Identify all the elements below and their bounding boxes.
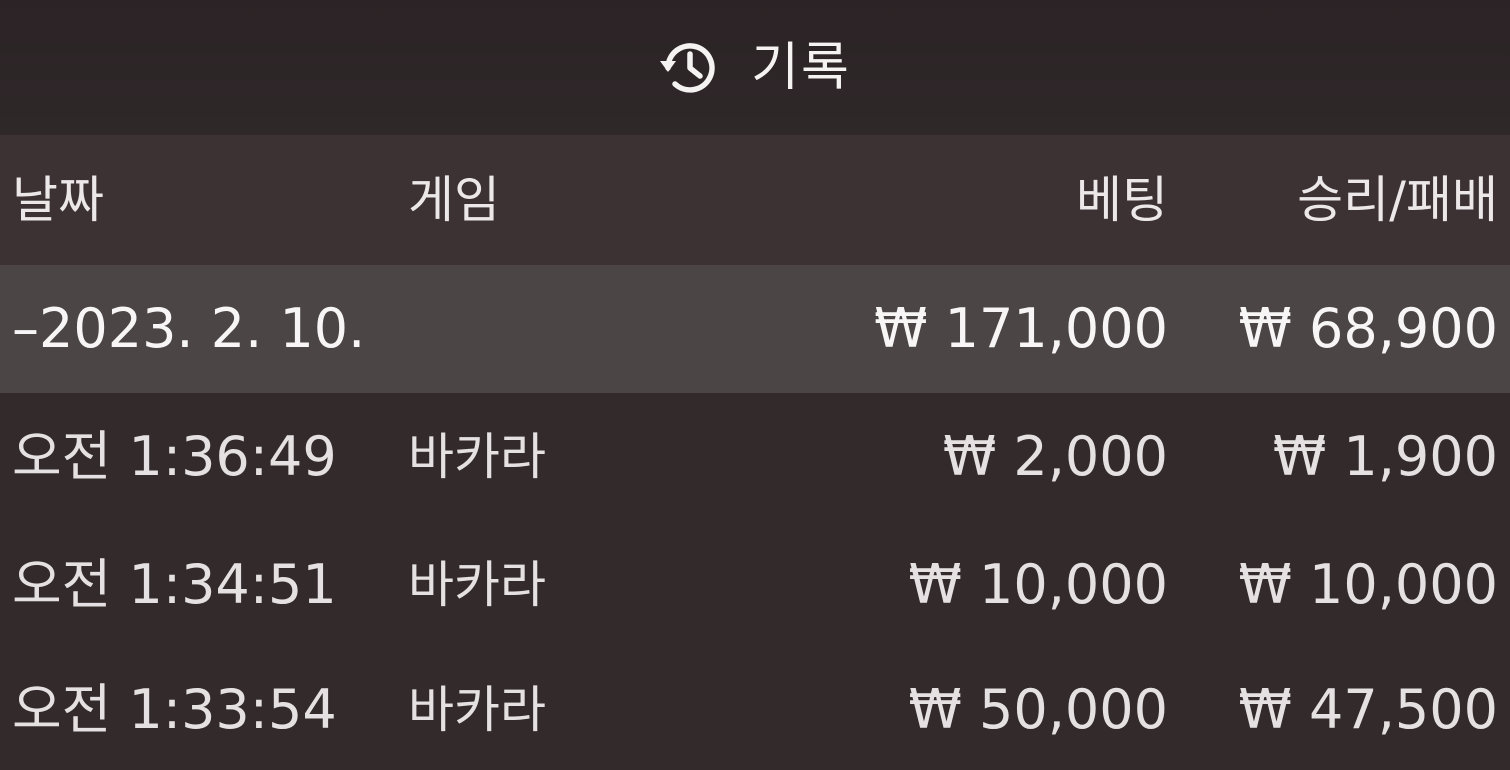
- row-game: 바카라: [408, 428, 546, 486]
- table-row[interactable]: 오전 1:34:51 바카라 ₩ 10,000 ₩ 10,000: [0, 521, 1510, 649]
- page-title: 기록: [751, 37, 851, 98]
- table-header: 날짜 게임 베팅 승리/패배: [0, 135, 1510, 265]
- summary-date: –2023. 2. 10.: [12, 297, 366, 360]
- row-result: ₩ 47,500: [1238, 677, 1498, 741]
- column-header-bet[interactable]: 베팅: [1076, 135, 1168, 265]
- history-header: 기록: [0, 0, 1510, 135]
- summary-bet-total: ₩ 171,000: [874, 297, 1168, 360]
- row-time: 오전 1:36:49: [12, 425, 337, 488]
- row-time: 오전 1:33:54: [12, 677, 337, 741]
- row-bet: ₩ 50,000: [908, 677, 1168, 741]
- row-game: 바카라: [408, 556, 546, 614]
- date-group-summary[interactable]: –2023. 2. 10. ₩ 171,000 ₩ 68,900: [0, 265, 1510, 393]
- row-result: ₩ 10,000: [1238, 553, 1498, 616]
- column-header-game[interactable]: 게임: [408, 135, 500, 265]
- summary-result-total: ₩ 68,900: [1238, 297, 1498, 360]
- table-row[interactable]: 오전 1:33:54 바카라 ₩ 50,000 ₩ 47,500: [0, 649, 1510, 770]
- table-row[interactable]: 오전 1:36:49 바카라 ₩ 2,000 ₩ 1,900: [0, 393, 1510, 521]
- row-bet: ₩ 10,000: [908, 553, 1168, 616]
- row-bet: ₩ 2,000: [942, 425, 1168, 488]
- row-result: ₩ 1,900: [1272, 425, 1498, 488]
- column-header-date[interactable]: 날짜: [12, 135, 104, 265]
- row-time: 오전 1:34:51: [12, 553, 337, 616]
- history-icon: [659, 37, 721, 99]
- row-game: 바카라: [408, 680, 546, 739]
- column-header-result[interactable]: 승리/패배: [1297, 135, 1498, 265]
